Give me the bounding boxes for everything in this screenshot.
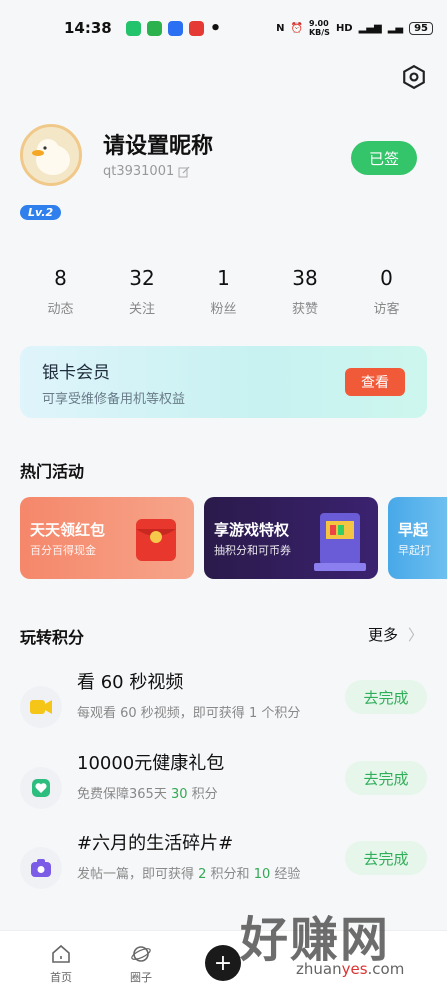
sign-in-button[interactable]: 已签	[351, 141, 417, 175]
stat-posts[interactable]: 8 动态	[20, 266, 101, 317]
task-title: 10000元健康礼包	[77, 753, 225, 774]
stat-label: 访客	[373, 302, 400, 317]
game-machine-icon	[314, 513, 366, 571]
edit-icon[interactable]	[178, 166, 190, 178]
more-label: 更多	[367, 626, 398, 644]
vip-title: 银卡会员	[42, 363, 110, 383]
banner-game-privilege[interactable]: 享游戏特权 抽积分和可币券	[204, 497, 378, 579]
add-post-button[interactable]: +	[205, 945, 241, 981]
banner-early-rise[interactable]: 早起 早起打	[388, 497, 447, 579]
task-title: #六月的生活碎片#	[77, 833, 234, 854]
wechat-work-icon	[125, 20, 141, 36]
tab-label: 首页	[50, 971, 72, 984]
stat-label: 关注	[128, 302, 155, 317]
tab-label: 圈子	[130, 971, 152, 984]
stat-label: 获赞	[291, 302, 318, 317]
task-go-button[interactable]: 去完成	[345, 761, 427, 795]
banner-title: 天天领红包	[30, 521, 106, 539]
clock: 14:38	[64, 19, 112, 37]
stat-value: 38	[292, 266, 318, 290]
camera-icon	[20, 847, 62, 889]
task-health-package[interactable]: 10000元健康礼包 免费保障365天 30 积分 去完成	[20, 749, 427, 813]
tab-home[interactable]: 首页	[31, 943, 91, 985]
banner-title: 享游戏特权	[214, 521, 290, 539]
red-envelope-icon	[136, 519, 176, 561]
task-desc: 免费保障365天 30 积分	[77, 787, 218, 802]
task-desc: 每观看 60 秒视频，即可获得 1 个积分	[77, 706, 301, 721]
stat-value: 32	[129, 266, 155, 290]
task-go-button[interactable]: 去完成	[345, 680, 427, 714]
stat-following[interactable]: 32 关注	[102, 266, 183, 317]
stat-visitors[interactable]: 0 访客	[346, 266, 427, 317]
task-desc: 发帖一篇，即可获得 2 积分和 10 经验	[77, 867, 301, 882]
banner-subtitle: 百分百得现金	[30, 544, 96, 557]
banner-subtitle: 早起打	[398, 544, 431, 557]
task-title: 看 60 秒视频	[77, 672, 184, 693]
stat-value: 1	[217, 266, 230, 290]
stat-value: 0	[380, 266, 393, 290]
vip-view-button[interactable]: 查看	[345, 368, 405, 396]
duck-avatar-icon	[32, 139, 70, 175]
stat-value: 8	[54, 266, 67, 290]
level-badge: Lv.2	[20, 205, 62, 220]
avatar[interactable]	[20, 124, 82, 186]
points-title: 玩转积分	[20, 628, 85, 647]
tab-circle[interactable]: 圈子	[111, 943, 171, 985]
app-icon	[167, 20, 183, 36]
taobao-icon	[188, 20, 204, 36]
vip-card[interactable]: 银卡会员 可享受维修备用机等权益 查看	[20, 346, 427, 418]
planet-icon	[131, 946, 151, 962]
signal-icon: ▂▄▆	[358, 22, 382, 34]
banner-red-packet[interactable]: 天天领红包 百分百得现金	[20, 497, 194, 579]
nfc-icon: N	[276, 22, 285, 34]
user-id: qt3931001	[103, 164, 175, 179]
wechat-icon	[146, 20, 162, 36]
heart-shield-icon	[20, 767, 62, 809]
stat-followers[interactable]: 1 粉丝	[183, 266, 264, 317]
chevron-right-icon: 〉	[407, 626, 423, 644]
nickname[interactable]: 请设置昵称	[103, 128, 213, 160]
stat-label: 粉丝	[210, 302, 237, 317]
task-go-button[interactable]: 去完成	[345, 841, 427, 875]
signal-2-icon: ▂▄	[387, 22, 404, 34]
task-life-fragments[interactable]: #六月的生活碎片# 发帖一篇，即可获得 2 积分和 10 经验 去完成	[20, 829, 427, 893]
task-watch-video[interactable]: 看 60 秒视频 每观看 60 秒视频，即可获得 1 个积分 去完成	[20, 668, 427, 732]
stat-likes[interactable]: 38 获赞	[265, 266, 346, 317]
stats-row: 8 动态 32 关注 1 粉丝 38 获赞 0 访客	[20, 266, 427, 317]
vip-subtitle: 可享受维修备用机等权益	[42, 392, 186, 407]
activity-carousel[interactable]: 天天领红包 百分百得现金 享游戏特权 抽积分和可币券 早起 早起打	[20, 497, 447, 579]
user-id-row: qt3931001	[103, 164, 190, 179]
home-icon	[52, 944, 70, 963]
status-icons: N ⏰ 9.00 KB/S HD ▂▄▆ ▂▄ 95	[276, 19, 433, 37]
hot-activities-title: 热门活动	[20, 462, 85, 481]
dot-icon: •	[209, 17, 222, 39]
net-speed: 9.00 KB/S	[308, 19, 330, 37]
points-more-link[interactable]: 更多 〉	[368, 624, 423, 645]
video-icon	[20, 686, 62, 728]
stat-label: 动态	[47, 302, 74, 317]
alarm-icon: ⏰	[290, 22, 303, 34]
banner-subtitle: 抽积分和可币券	[214, 544, 291, 557]
battery-icon: 95	[409, 21, 433, 35]
settings-icon[interactable]	[401, 64, 427, 90]
status-bar: 14:38 • N ⏰ 9.00 KB/S HD ▂▄▆ ▂▄ 95	[0, 0, 447, 56]
watermark-url: zhuanyes.com	[296, 960, 405, 978]
banner-title: 早起	[398, 521, 429, 539]
hd-icon: HD	[335, 22, 353, 34]
